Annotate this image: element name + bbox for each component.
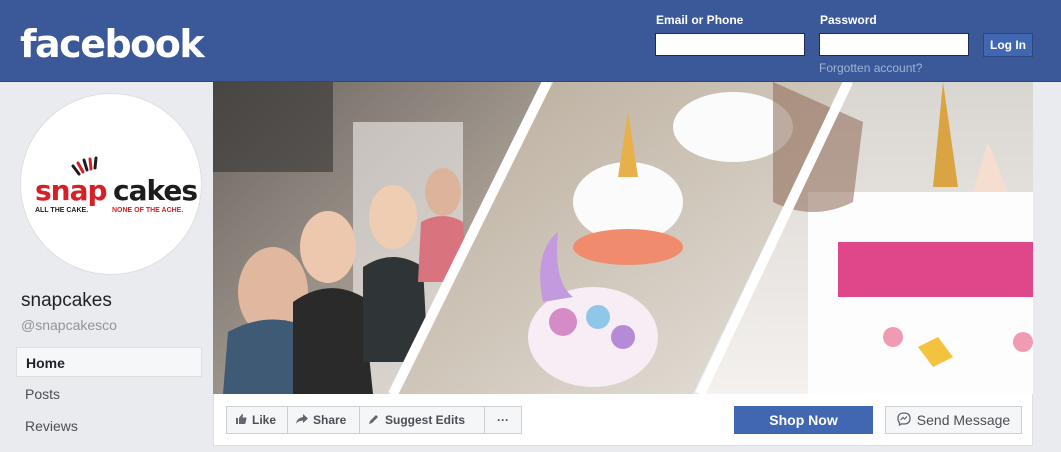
page-action-bar: Like Share Suggest Edits ··· Shop Now Se… (213, 394, 1033, 446)
like-button[interactable]: Like (226, 406, 288, 434)
shop-now-button[interactable]: Shop Now (734, 406, 873, 434)
more-options-button[interactable]: ··· (484, 406, 522, 434)
share-label: Share (313, 413, 347, 427)
cover-photo[interactable] (213, 82, 1033, 394)
page-name[interactable]: snapcakes (21, 290, 112, 312)
logo-snap-text: snap (35, 174, 107, 207)
forgotten-account-link[interactable]: Forgotten account? (819, 61, 922, 75)
cover-photo-collage (213, 82, 1033, 394)
share-arrow-icon (296, 413, 308, 428)
email-field[interactable] (655, 33, 805, 56)
send-message-button[interactable]: Send Message (885, 406, 1022, 434)
thumbs-up-icon (235, 413, 247, 428)
top-navigation-bar: facebook Email or Phone Password Log In … (0, 0, 1061, 82)
snapcakes-logo: snap cakes ALL THE CAKE. NONE OF THE ACH… (35, 156, 198, 214)
logo-cakes-text: cakes (113, 174, 197, 207)
pencil-icon (368, 413, 380, 428)
profile-picture[interactable]: snap cakes ALL THE CAKE. NONE OF THE ACH… (21, 94, 201, 274)
password-field[interactable] (819, 33, 969, 56)
email-label: Email or Phone (656, 13, 744, 27)
more-dots-icon: ··· (497, 413, 509, 427)
password-label: Password (820, 13, 877, 27)
facebook-logo[interactable]: facebook (20, 22, 205, 66)
page-handle[interactable]: @snapcakesco (21, 317, 117, 333)
logo-tagline-right: NONE OF THE ACHE. (112, 207, 183, 214)
nav-item-home[interactable]: Home (16, 347, 202, 377)
share-button[interactable]: Share (287, 406, 360, 434)
send-message-label: Send Message (916, 412, 1011, 428)
login-button[interactable]: Log In (983, 33, 1033, 57)
suggest-edits-label: Suggest Edits (385, 413, 466, 427)
like-label: Like (252, 413, 277, 427)
logo-tagline-left: ALL THE CAKE. (35, 207, 88, 214)
nav-item-posts[interactable]: Posts (16, 379, 202, 409)
nav-item-reviews[interactable]: Reviews (16, 411, 202, 441)
messenger-icon (897, 411, 911, 429)
suggest-edits-button[interactable]: Suggest Edits (359, 406, 485, 434)
